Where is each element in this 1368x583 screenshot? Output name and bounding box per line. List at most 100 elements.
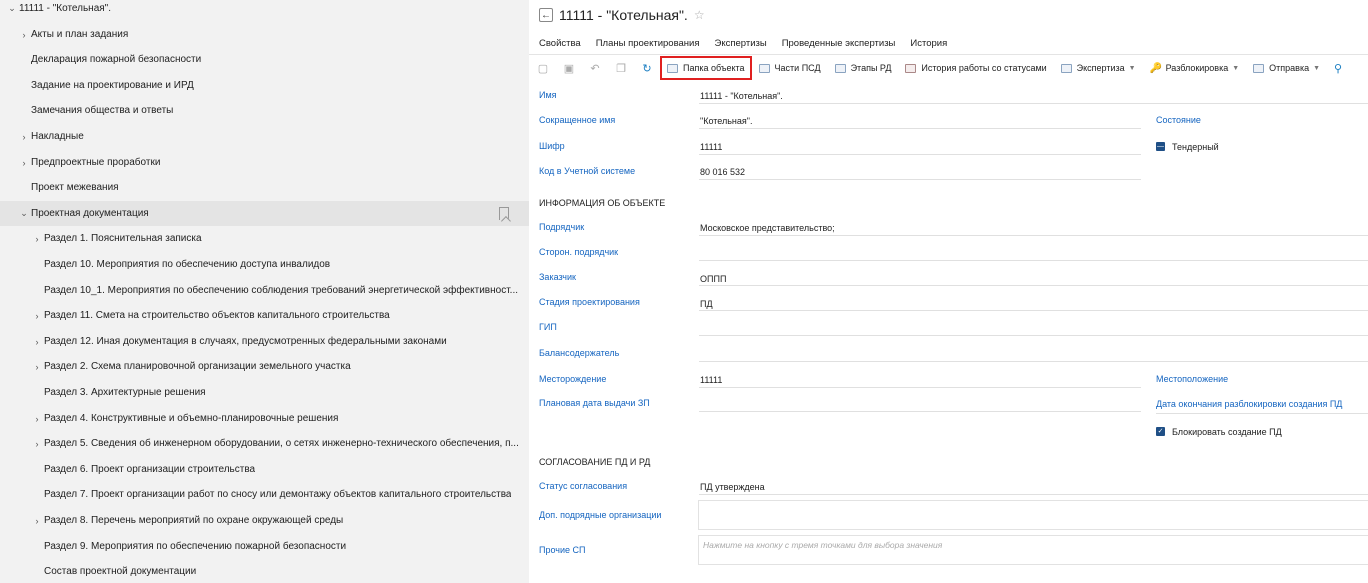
status-history-label: История работы со статусами <box>921 63 1047 73</box>
status-history-button[interactable]: История работы со статусами <box>905 63 1047 73</box>
field-value[interactable]: 11111 <box>700 375 722 385</box>
design-stage-field[interactable]: ПД <box>700 299 713 309</box>
chevron-right-icon[interactable]: › <box>31 234 43 244</box>
tree-item[interactable]: › Раздел 1. Пояснительная записка <box>0 226 529 251</box>
name-field[interactable]: 11111 - "Котельная". <box>700 91 783 101</box>
plan-date-underline[interactable] <box>699 411 1141 412</box>
block-pd-label: Блокировать создание ПД <box>1172 427 1282 437</box>
tree-item[interactable]: › Раздел 11. Смета на строительство объек… <box>0 303 529 328</box>
bookmark-icon[interactable] <box>499 207 509 220</box>
field-label: Месторождение <box>539 374 607 384</box>
chevron-right-icon[interactable]: › <box>31 362 43 372</box>
tree-item[interactable]: › Раздел 12. Иная документация в случаях,… <box>0 329 529 354</box>
tree-item[interactable]: › Раздел 2. Схема планировочной организац… <box>0 354 529 379</box>
tree-item[interactable]: › Раздел 8. Перечень мероприятий по охран… <box>0 508 529 533</box>
tree-item-label: Раздел 3. Архитектурные решения <box>44 387 206 398</box>
unlock-end-date-label: Дата окончания разблокировки создания ПД <box>1156 399 1343 409</box>
refresh-icon[interactable]: ↻ <box>641 62 653 75</box>
tree-item[interactable]: ⌄ Проектная документация <box>0 201 529 226</box>
tree-item[interactable]: Раздел 3. Архитектурные решения <box>0 380 529 405</box>
gip-underline[interactable] <box>699 335 1368 336</box>
chevron-right-icon[interactable]: › <box>31 337 43 347</box>
chevron-right-icon[interactable]: › <box>18 158 30 168</box>
tree-item[interactable]: › Раздел 5. Сведения об инженерном оборуд… <box>0 431 529 456</box>
tree-item[interactable]: Раздел 6. Проект организации строительст… <box>0 457 529 482</box>
unlock-label: Разблокировка <box>1165 63 1229 73</box>
chevron-down-icon[interactable]: ⌄ <box>18 208 30 219</box>
tree-item[interactable]: ⌄ 11111 - "Котельная". <box>0 0 529 21</box>
expertise-icon <box>1060 63 1072 73</box>
object-folder-label: Папка объекта <box>683 63 745 73</box>
tree-item[interactable]: Проект межевания <box>0 175 529 200</box>
tree-item-label: Раздел 10. Мероприятия по обеспечению до… <box>44 259 331 270</box>
chevron-right-icon[interactable]: › <box>31 516 43 526</box>
tree-item[interactable]: Задание на проектирование и ИРД <box>0 73 529 98</box>
tree-item[interactable]: › Предпроектные проработки <box>0 150 529 175</box>
unlock-end-date-underline[interactable] <box>1156 413 1368 414</box>
back-button[interactable]: ← <box>539 8 553 22</box>
balance-holder-underline[interactable] <box>699 361 1368 362</box>
account-code-field[interactable]: 80 016 532 <box>700 167 745 177</box>
undo-icon[interactable]: ↶ <box>589 62 601 75</box>
name-underline <box>699 103 1368 104</box>
account-code-underline <box>699 179 1141 180</box>
tree-item[interactable]: Состав проектной документации <box>0 559 529 583</box>
expertise-label: Экспертиза <box>1076 63 1125 73</box>
copy-icon[interactable]: ❐ <box>615 62 627 75</box>
tree-item-label: Накладные <box>31 131 84 142</box>
chevron-right-icon[interactable]: › <box>18 132 30 142</box>
chevron-down-icon: ▼ <box>1232 64 1240 72</box>
tab-design-plans[interactable]: Планы проектирования <box>596 38 700 52</box>
contractor-underline <box>699 235 1368 236</box>
folder-icon <box>667 63 678 73</box>
chevron-right-icon[interactable]: › <box>31 311 43 321</box>
approval-status-field[interactable]: ПД утверждена <box>700 482 765 492</box>
tree-item-label: Акты и план задания <box>31 29 129 40</box>
info-section-title: ИНФОРМАЦИЯ ОБ ОБЪЕКТЕ <box>539 198 666 208</box>
extra-orgs-field[interactable] <box>698 500 1368 530</box>
ext-contractor-label: Сторон. подрядчик <box>539 247 619 257</box>
tree-item[interactable]: Раздел 7. Проект организации работ по сн… <box>0 482 529 507</box>
save-icon[interactable]: ▢ <box>537 62 549 75</box>
tree-item[interactable]: Раздел 9. Мероприятия по обеспечению пож… <box>0 534 529 559</box>
contractor-field[interactable]: Московское представительство; <box>700 223 835 233</box>
tree-item[interactable]: Замечания общества и ответы <box>0 98 529 123</box>
ext-contractor-underline[interactable] <box>699 260 1368 261</box>
chevron-right-icon[interactable]: › <box>31 414 43 424</box>
tab-properties[interactable]: Свойства <box>539 38 581 52</box>
chevron-down-icon[interactable]: ⌄ <box>6 3 18 14</box>
chevron-right-icon[interactable]: › <box>31 439 43 449</box>
tab-expertises[interactable]: Экспертизы <box>715 38 767 52</box>
unlock-dropdown[interactable]: 🔑 Разблокировка ▼ <box>1150 63 1240 74</box>
search-icon[interactable]: ⚲ <box>1334 62 1342 75</box>
psd-parts-button[interactable]: Части ПСД <box>758 63 821 73</box>
customer-field[interactable]: ОППП <box>700 274 726 284</box>
name-label: Имя <box>539 90 557 100</box>
tree-item[interactable]: Раздел 10. Мероприятия по обеспечению до… <box>0 252 529 277</box>
chevron-right-icon[interactable]: › <box>18 30 30 40</box>
save-close-icon[interactable]: ▣ <box>563 62 575 75</box>
short-name-underline <box>699 128 1141 129</box>
tree-item-label: Проектная документация <box>31 208 149 219</box>
tab-history[interactable]: История <box>910 38 947 52</box>
state-indicator-icon: — <box>1156 142 1165 151</box>
cipher-field[interactable]: 11111 <box>700 142 722 152</box>
object-folder-button[interactable]: Папка объекта <box>660 56 752 80</box>
tree-item[interactable]: › Акты и план задания <box>0 22 529 47</box>
tree-item[interactable]: Декларация пожарной безопасности <box>0 47 529 72</box>
tree-item[interactable]: › Раздел 4. Конструктивные и объемно-план… <box>0 406 529 431</box>
tree-item[interactable]: › Накладные <box>0 124 529 149</box>
short-name-field[interactable]: "Котельная". <box>700 116 752 126</box>
send-dropdown[interactable]: Отправка ▼ <box>1253 63 1320 73</box>
tab-completed-expertises[interactable]: Проведенные экспертизы <box>782 38 896 52</box>
rd-stages-label: Этапы РД <box>850 63 892 73</box>
tabs: Свойства Планы проектирования Экспертизы… <box>539 36 962 54</box>
expertise-dropdown[interactable]: Экспертиза ▼ <box>1060 63 1136 73</box>
star-icon[interactable]: ☆ <box>694 8 705 22</box>
customer-underline <box>699 285 1368 286</box>
rd-stages-button[interactable]: Этапы РД <box>834 63 892 73</box>
block-pd-checkbox[interactable]: ✓ <box>1156 427 1165 436</box>
other-sp-label: Прочие СП <box>539 545 586 555</box>
approval-status-underline <box>699 494 1368 495</box>
tree-item[interactable]: Раздел 10_1. Мероприятия по обеспечению … <box>0 278 529 303</box>
